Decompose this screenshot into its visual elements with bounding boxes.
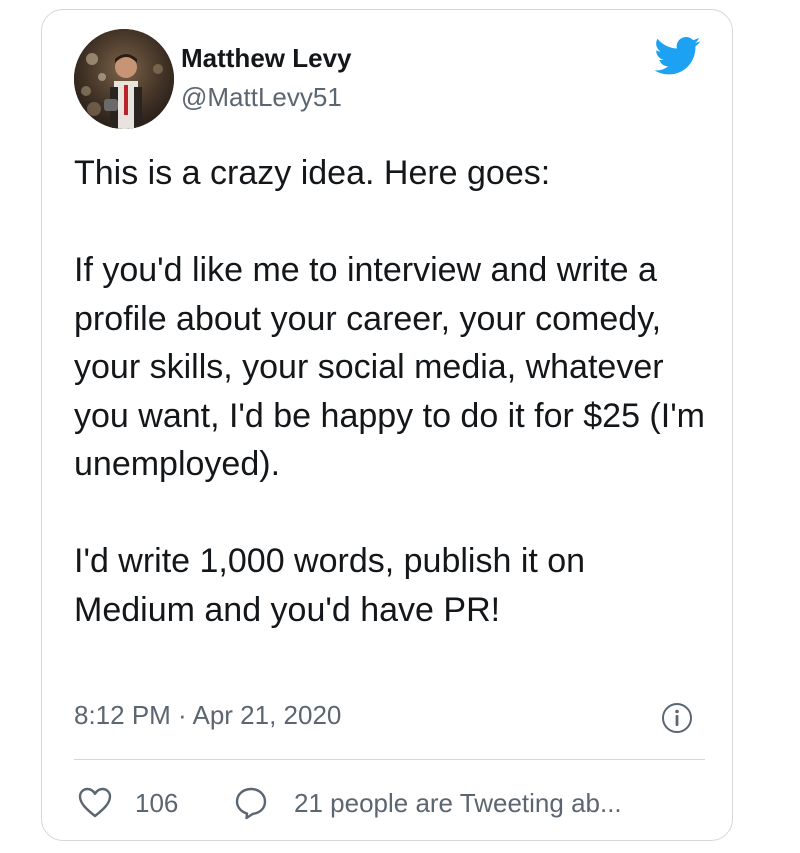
tweet-actions: 106 21 people are Tweeting ab... (74, 784, 714, 824)
like-count[interactable]: 106 (135, 788, 178, 819)
reply-bubble-icon[interactable] (234, 786, 268, 820)
tweet-card[interactable]: Matthew Levy @MattLevy51 This is a crazy… (41, 9, 733, 841)
heart-icon[interactable] (78, 787, 112, 819)
tweet-paragraph: If you'd like me to interview and write … (74, 251, 706, 483)
conversation-link[interactable]: 21 people are Tweeting ab... (294, 788, 622, 819)
tweet-paragraph: I'd write 1,000 words, publish it on Med… (74, 542, 586, 629)
tweet-paragraph: This is a crazy idea. Here goes: (74, 154, 551, 192)
author-handle[interactable]: @MattLevy51 (181, 82, 342, 113)
avatar[interactable] (74, 29, 174, 129)
divider (74, 759, 705, 760)
twitter-bird-icon[interactable] (655, 36, 701, 76)
author-name[interactable]: Matthew Levy (181, 43, 352, 74)
info-icon[interactable] (661, 702, 693, 734)
tweet-timestamp[interactable]: 8:12 PM · Apr 21, 2020 (74, 700, 341, 731)
tweet-text: This is a crazy idea. Here goes: If you'… (74, 149, 714, 634)
avatar-photo (74, 29, 174, 129)
